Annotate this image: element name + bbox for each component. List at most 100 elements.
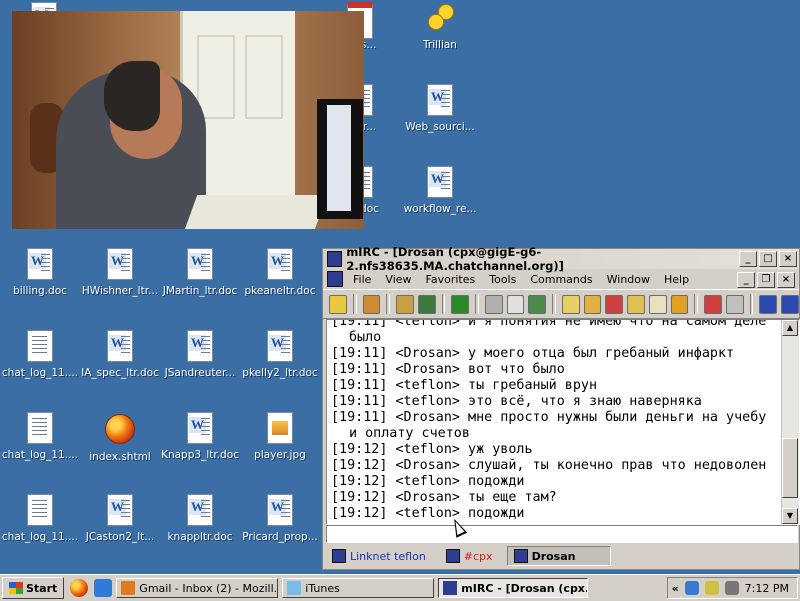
desktop-icon[interactable]: W JCaston2_lt... <box>80 494 160 543</box>
ie-quicklaunch-icon[interactable] <box>94 579 113 597</box>
menu-item-favorites[interactable]: Favorites <box>419 273 483 286</box>
desktop-icon[interactable]: chat_log_11.... <box>0 494 80 543</box>
volume-tray-icon[interactable] <box>704 581 719 595</box>
taskbar-button-label: Gmail - Inbox (2) - Mozill... <box>139 581 279 595</box>
desktop-icon[interactable]: Wknappltr.doc <box>160 494 240 543</box>
video-overlay <box>12 11 364 229</box>
tile-horizontal-icon[interactable] <box>759 294 778 314</box>
word-document-icon: W <box>27 248 53 280</box>
desktop-icon[interactable]: W Knapp3_ltr.doc <box>160 412 240 461</box>
switchbar-tab[interactable]: Linknet teflon <box>326 547 432 565</box>
mirc-toolbar <box>323 289 799 319</box>
minimize-button[interactable]: _ <box>739 251 757 267</box>
mirc-app-icon <box>327 251 343 267</box>
channel-list-icon[interactable] <box>417 294 436 314</box>
script-editor-icon[interactable] <box>451 294 470 314</box>
menu-item-tools[interactable]: Tools <box>482 273 523 286</box>
switchbar-tab[interactable]: Drosan <box>506 546 611 566</box>
desktop-icon[interactable]: W IA_spec_ltr.doc <box>80 330 160 379</box>
switchbar-tab-label: #cpx <box>463 549 493 563</box>
dcc-send-icon[interactable] <box>561 294 580 314</box>
child-close-button[interactable]: × <box>777 272 795 288</box>
desktop-icon-label: Trillian <box>423 39 457 51</box>
text-document-icon <box>27 494 53 526</box>
chat-line: [19:12] <teflon> уж уволь <box>331 442 533 457</box>
close-button[interactable]: × <box>779 251 797 267</box>
desktop-icon[interactable]: W Web_sourci... <box>400 84 480 133</box>
maximize-button[interactable]: □ <box>759 251 777 267</box>
network-tray-icon[interactable] <box>684 581 699 595</box>
colors-icon[interactable] <box>528 294 547 314</box>
chat-line: [19:12] <Drosan> ты еще там? <box>331 490 557 505</box>
menu-item-commands[interactable]: Commands <box>523 273 599 286</box>
desktop-icon-label: chat_log_11.... <box>1 449 79 461</box>
notify-icon[interactable] <box>704 294 722 314</box>
printer-tray-icon[interactable] <box>724 581 739 595</box>
folder-icon[interactable] <box>396 294 414 314</box>
desktop-icon[interactable]: W JSandreuter... <box>160 330 240 379</box>
system-tray: « 7:12 PM <box>666 577 798 599</box>
url-list-icon[interactable] <box>725 294 744 314</box>
tray-chevron[interactable]: « <box>672 582 679 595</box>
scroll-up-button[interactable]: ▲ <box>782 320 798 336</box>
desktop-icon[interactable]: Trillian <box>400 2 480 51</box>
tray-clock[interactable]: 7:12 PM <box>745 582 789 595</box>
menu-item-window[interactable]: Window <box>600 273 657 286</box>
menu-item-help[interactable]: Help <box>657 273 696 286</box>
menu-item-view[interactable]: View <box>378 273 418 286</box>
task-app-icon <box>287 581 302 595</box>
desktop-icon-label: pkelly2_ltr.doc <box>242 367 318 379</box>
desktop-icon[interactable]: Wpkeaneltr.doc <box>240 248 320 297</box>
desktop-icon[interactable]: chat_log_11.... <box>0 412 80 461</box>
firefox-quicklaunch-icon[interactable] <box>70 579 89 597</box>
child-window-icon[interactable] <box>327 271 343 287</box>
taskbar-button[interactable]: iTunes <box>282 578 435 598</box>
word-document-icon: W <box>107 330 133 362</box>
window-icon <box>332 549 346 563</box>
desktop-icon[interactable]: W HWishner_ltr... <box>80 248 160 297</box>
desktop-icon[interactable]: Wbilling.doc <box>0 248 80 297</box>
desktop-icon[interactable]: player.jpg <box>240 412 320 461</box>
mirc-titlebar[interactable]: mIRC - [Drosan (cpx@gigE-g6-2.nfs38635.M… <box>323 245 799 273</box>
log-icon[interactable] <box>648 294 667 314</box>
connect-icon[interactable] <box>329 294 347 314</box>
child-restore-button[interactable]: ❐ <box>757 272 775 288</box>
desktop-icon[interactable]: W JMartin_ltr.doc <box>160 248 240 297</box>
desktop-icon[interactable]: W Pricard_prop... <box>240 494 320 543</box>
received-files-icon[interactable] <box>670 294 689 314</box>
taskbar-button[interactable]: Gmail - Inbox (2) - Mozill... <box>116 578 279 598</box>
scroll-thumb[interactable] <box>782 438 798 498</box>
address-book-icon[interactable] <box>484 294 503 314</box>
taskbar-button[interactable]: mIRC - [Drosan (cpx... <box>438 578 589 598</box>
video-hair <box>104 61 160 131</box>
desktop-icon-label: index.shtml <box>89 451 151 463</box>
word-document-icon: W <box>267 330 293 362</box>
chat-area[interactable]: [19:11] <teflon> и я понятия не имею что… <box>326 319 800 525</box>
timer-icon[interactable] <box>506 294 525 314</box>
desktop-icon-label: JSandreuter... <box>164 367 236 379</box>
switchbar-tab[interactable]: #cpx <box>440 547 499 565</box>
mirc-window[interactable]: mIRC - [Drosan (cpx@gigE-g6-2.nfs38635.M… <box>322 245 800 570</box>
word-document-icon: W <box>187 412 213 444</box>
notify-list-icon[interactable] <box>627 294 645 314</box>
dcc-options-icon[interactable] <box>605 294 624 314</box>
desktop-icon[interactable]: index.shtml <box>80 412 160 463</box>
tile-vertical-icon[interactable] <box>781 294 799 314</box>
video-monitor <box>317 99 363 219</box>
options-icon[interactable] <box>362 294 381 314</box>
menu-item-file[interactable]: File <box>346 273 378 286</box>
desktop-icon[interactable]: Wworkflow_re... <box>400 166 480 215</box>
child-minimize-button[interactable]: _ <box>737 272 755 288</box>
toolbar-separator <box>552 294 556 314</box>
chat-line-partial: [19:11] <teflon> и я понятия не имею что… <box>331 320 767 329</box>
message-input[interactable] <box>326 525 798 543</box>
desktop-icon[interactable]: Wpkelly2_ltr.doc <box>240 330 320 379</box>
start-button[interactable]: Start <box>2 577 65 599</box>
scroll-down-button[interactable]: ▼ <box>782 508 798 524</box>
taskbar: Start Gmail - Inbox (2) - Mozill... iTune… <box>0 574 800 601</box>
chat-scrollbar[interactable]: ▲ ▼ <box>781 320 799 524</box>
chat-line: [19:11] <Drosan> вот что было <box>331 362 565 377</box>
taskbar-button-label: mIRC - [Drosan (cpx... <box>461 581 589 595</box>
dcc-chat-icon[interactable] <box>583 294 602 314</box>
desktop-icon[interactable]: chat_log_11.... <box>0 330 80 379</box>
